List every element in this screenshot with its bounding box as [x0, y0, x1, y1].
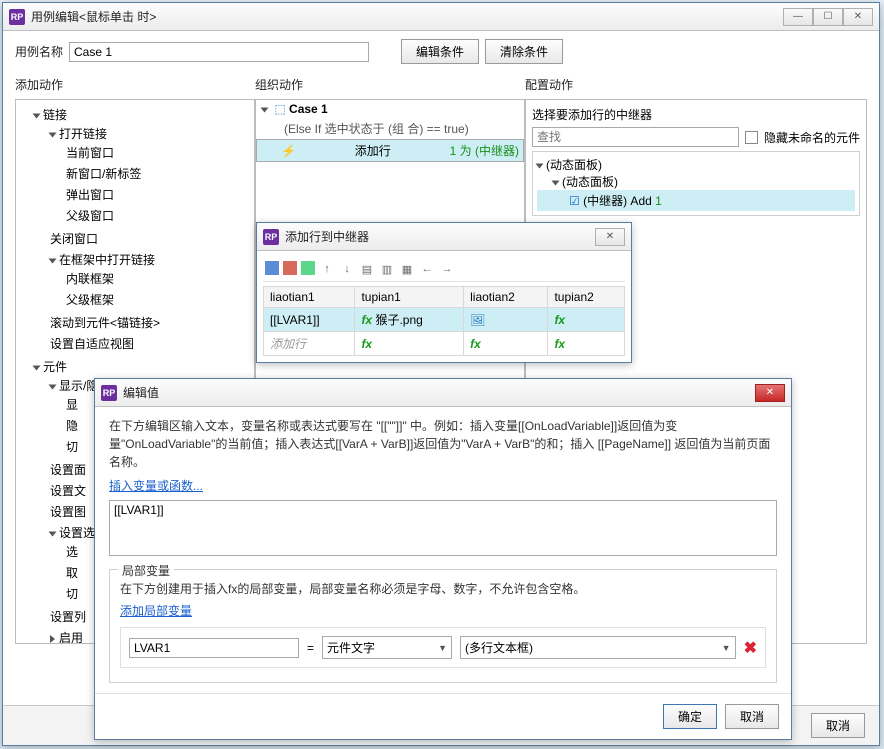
maximize-button[interactable]: ☐ [813, 8, 843, 26]
main-cancel-button[interactable]: 取消 [811, 713, 865, 738]
tool-icon[interactable]: ▤ [359, 261, 375, 277]
local-var-name-input[interactable] [129, 638, 299, 658]
equals-label: = [307, 641, 314, 655]
add-local-var-link[interactable]: 添加局部变量 [120, 604, 192, 618]
tree-item[interactable]: 设置自适应视图 [50, 333, 252, 354]
tree-item[interactable]: 新窗口/新标签 [66, 163, 252, 184]
organize-actions-header: 组织动作 [255, 72, 525, 99]
tree-item[interactable]: 父级窗口 [66, 205, 252, 226]
insert-variable-link[interactable]: 插入变量或函数... [109, 479, 203, 493]
grid-row[interactable]: [[LVAR1]] fx 猴子.png 🖼 fx [264, 308, 625, 332]
rows-grid[interactable]: liaotian1 tupian1 liaotian2 tupian2 [[LV… [263, 286, 625, 356]
tree-item[interactable]: 关闭窗口 [50, 228, 252, 249]
configure-title: 选择要添加行的中继器 [532, 106, 860, 123]
app-icon: RP [101, 385, 117, 401]
local-var-type-select[interactable]: 元件文字▼ [322, 636, 452, 659]
check-icon: ☑ [569, 194, 580, 208]
add-rows-dialog: RP 添加行到中继器 ✕ ↑ ↓ ▤ ▥ ▦ ← → liaotian1 tup… [256, 222, 632, 363]
app-icon: RP [9, 9, 25, 25]
arrow-up-icon[interactable]: ↑ [319, 261, 335, 277]
local-var-row: = 元件文字▼ (多行文本框)▼ ✖ [120, 627, 766, 668]
configure-actions-header: 配置动作 [525, 72, 867, 99]
case-name-label: 用例名称 [15, 43, 63, 60]
col-header[interactable]: tupian1 [355, 287, 464, 308]
hide-unnamed-label: 隐藏未命名的元件 [764, 129, 860, 146]
close-button[interactable]: ✕ [843, 8, 873, 26]
col-header[interactable]: liaotian1 [264, 287, 355, 308]
tree-item[interactable]: 滚动到元件<锚链接> [50, 312, 252, 333]
tree-item[interactable]: 弹出窗口 [66, 184, 252, 205]
tool-icon[interactable] [283, 261, 297, 275]
search-input[interactable] [532, 127, 739, 147]
repeater-tree[interactable]: (动态面板) (动态面板) ☑ (中继器) Add 1 [532, 151, 860, 216]
dlg2-ok-button[interactable]: 确定 [663, 704, 717, 729]
edit-value-dialog: RP 编辑值 ✕ 在下方编辑区输入文本，变量名称或表达式要写在 "[[""]]"… [94, 378, 792, 740]
grid-row[interactable]: 添加行 fx fx fx [264, 332, 625, 356]
add-actions-header: 添加动作 [15, 72, 255, 99]
local-vars-help: 在下方创建用于插入fx的局部变量，局部变量名称必须是字母、数字，不允许包含空格。 [120, 580, 766, 598]
image-icon: 🖼 [470, 313, 485, 327]
case-name-input[interactable] [69, 42, 369, 62]
chevron-down-icon: ▼ [722, 643, 731, 653]
minimize-button[interactable]: — [783, 8, 813, 26]
tree-item[interactable]: 当前窗口 [66, 142, 252, 163]
dlg1-toolbar: ↑ ↓ ▤ ▥ ▦ ← → [263, 257, 625, 282]
app-icon: RP [263, 229, 279, 245]
dlg2-cancel-button[interactable]: 取消 [725, 704, 779, 729]
tree-item[interactable]: 父级框架 [66, 289, 252, 310]
delete-var-button[interactable]: ✖ [744, 638, 757, 658]
arrow-left-icon[interactable]: ← [419, 261, 435, 277]
tool-icon[interactable]: ▥ [379, 261, 395, 277]
local-var-target-select[interactable]: (多行文本框)▼ [460, 636, 736, 659]
main-titlebar: RP 用例编辑<鼠标单击 时> — ☐ ✕ [3, 3, 879, 31]
tool-icon[interactable]: ▦ [399, 261, 415, 277]
clear-condition-button[interactable]: 清除条件 [485, 39, 563, 64]
expression-textarea[interactable] [109, 500, 777, 556]
arrow-down-icon[interactable]: ↓ [339, 261, 355, 277]
dlg1-close-button[interactable]: ✕ [595, 228, 625, 246]
col-header[interactable]: liaotian2 [464, 287, 548, 308]
arrow-right-icon[interactable]: → [439, 261, 455, 277]
dlg2-title: 编辑值 [123, 384, 755, 401]
dlg1-title: 添加行到中继器 [285, 228, 595, 245]
case-action-row[interactable]: ⚡ 添加行 1 为 (中继器) [256, 139, 524, 162]
main-title: 用例编辑<鼠标单击 时> [31, 8, 783, 25]
bolt-icon: ⚡ [281, 144, 296, 158]
col-header[interactable]: tupian2 [548, 287, 625, 308]
tool-icon[interactable] [265, 261, 279, 275]
chevron-down-icon: ▼ [438, 643, 447, 653]
local-vars-fieldset: 局部变量 在下方创建用于插入fx的局部变量，局部变量名称必须是字母、数字，不允许… [109, 569, 777, 683]
tree-item[interactable]: 内联框架 [66, 268, 252, 289]
edit-condition-button[interactable]: 编辑条件 [401, 39, 479, 64]
tool-icon[interactable] [301, 261, 315, 275]
dlg2-close-button[interactable]: ✕ [755, 384, 785, 402]
dlg2-help-text: 在下方编辑区输入文本，变量名称或表达式要写在 "[[""]]" 中。例如：插入变… [109, 417, 777, 471]
case-condition: (Else If 选中状态于 (组 合) == true) [256, 118, 524, 139]
local-vars-legend: 局部变量 [118, 562, 174, 579]
hide-unnamed-checkbox[interactable] [745, 131, 758, 144]
case-row[interactable]: ⬚ Case 1 [256, 100, 524, 118]
